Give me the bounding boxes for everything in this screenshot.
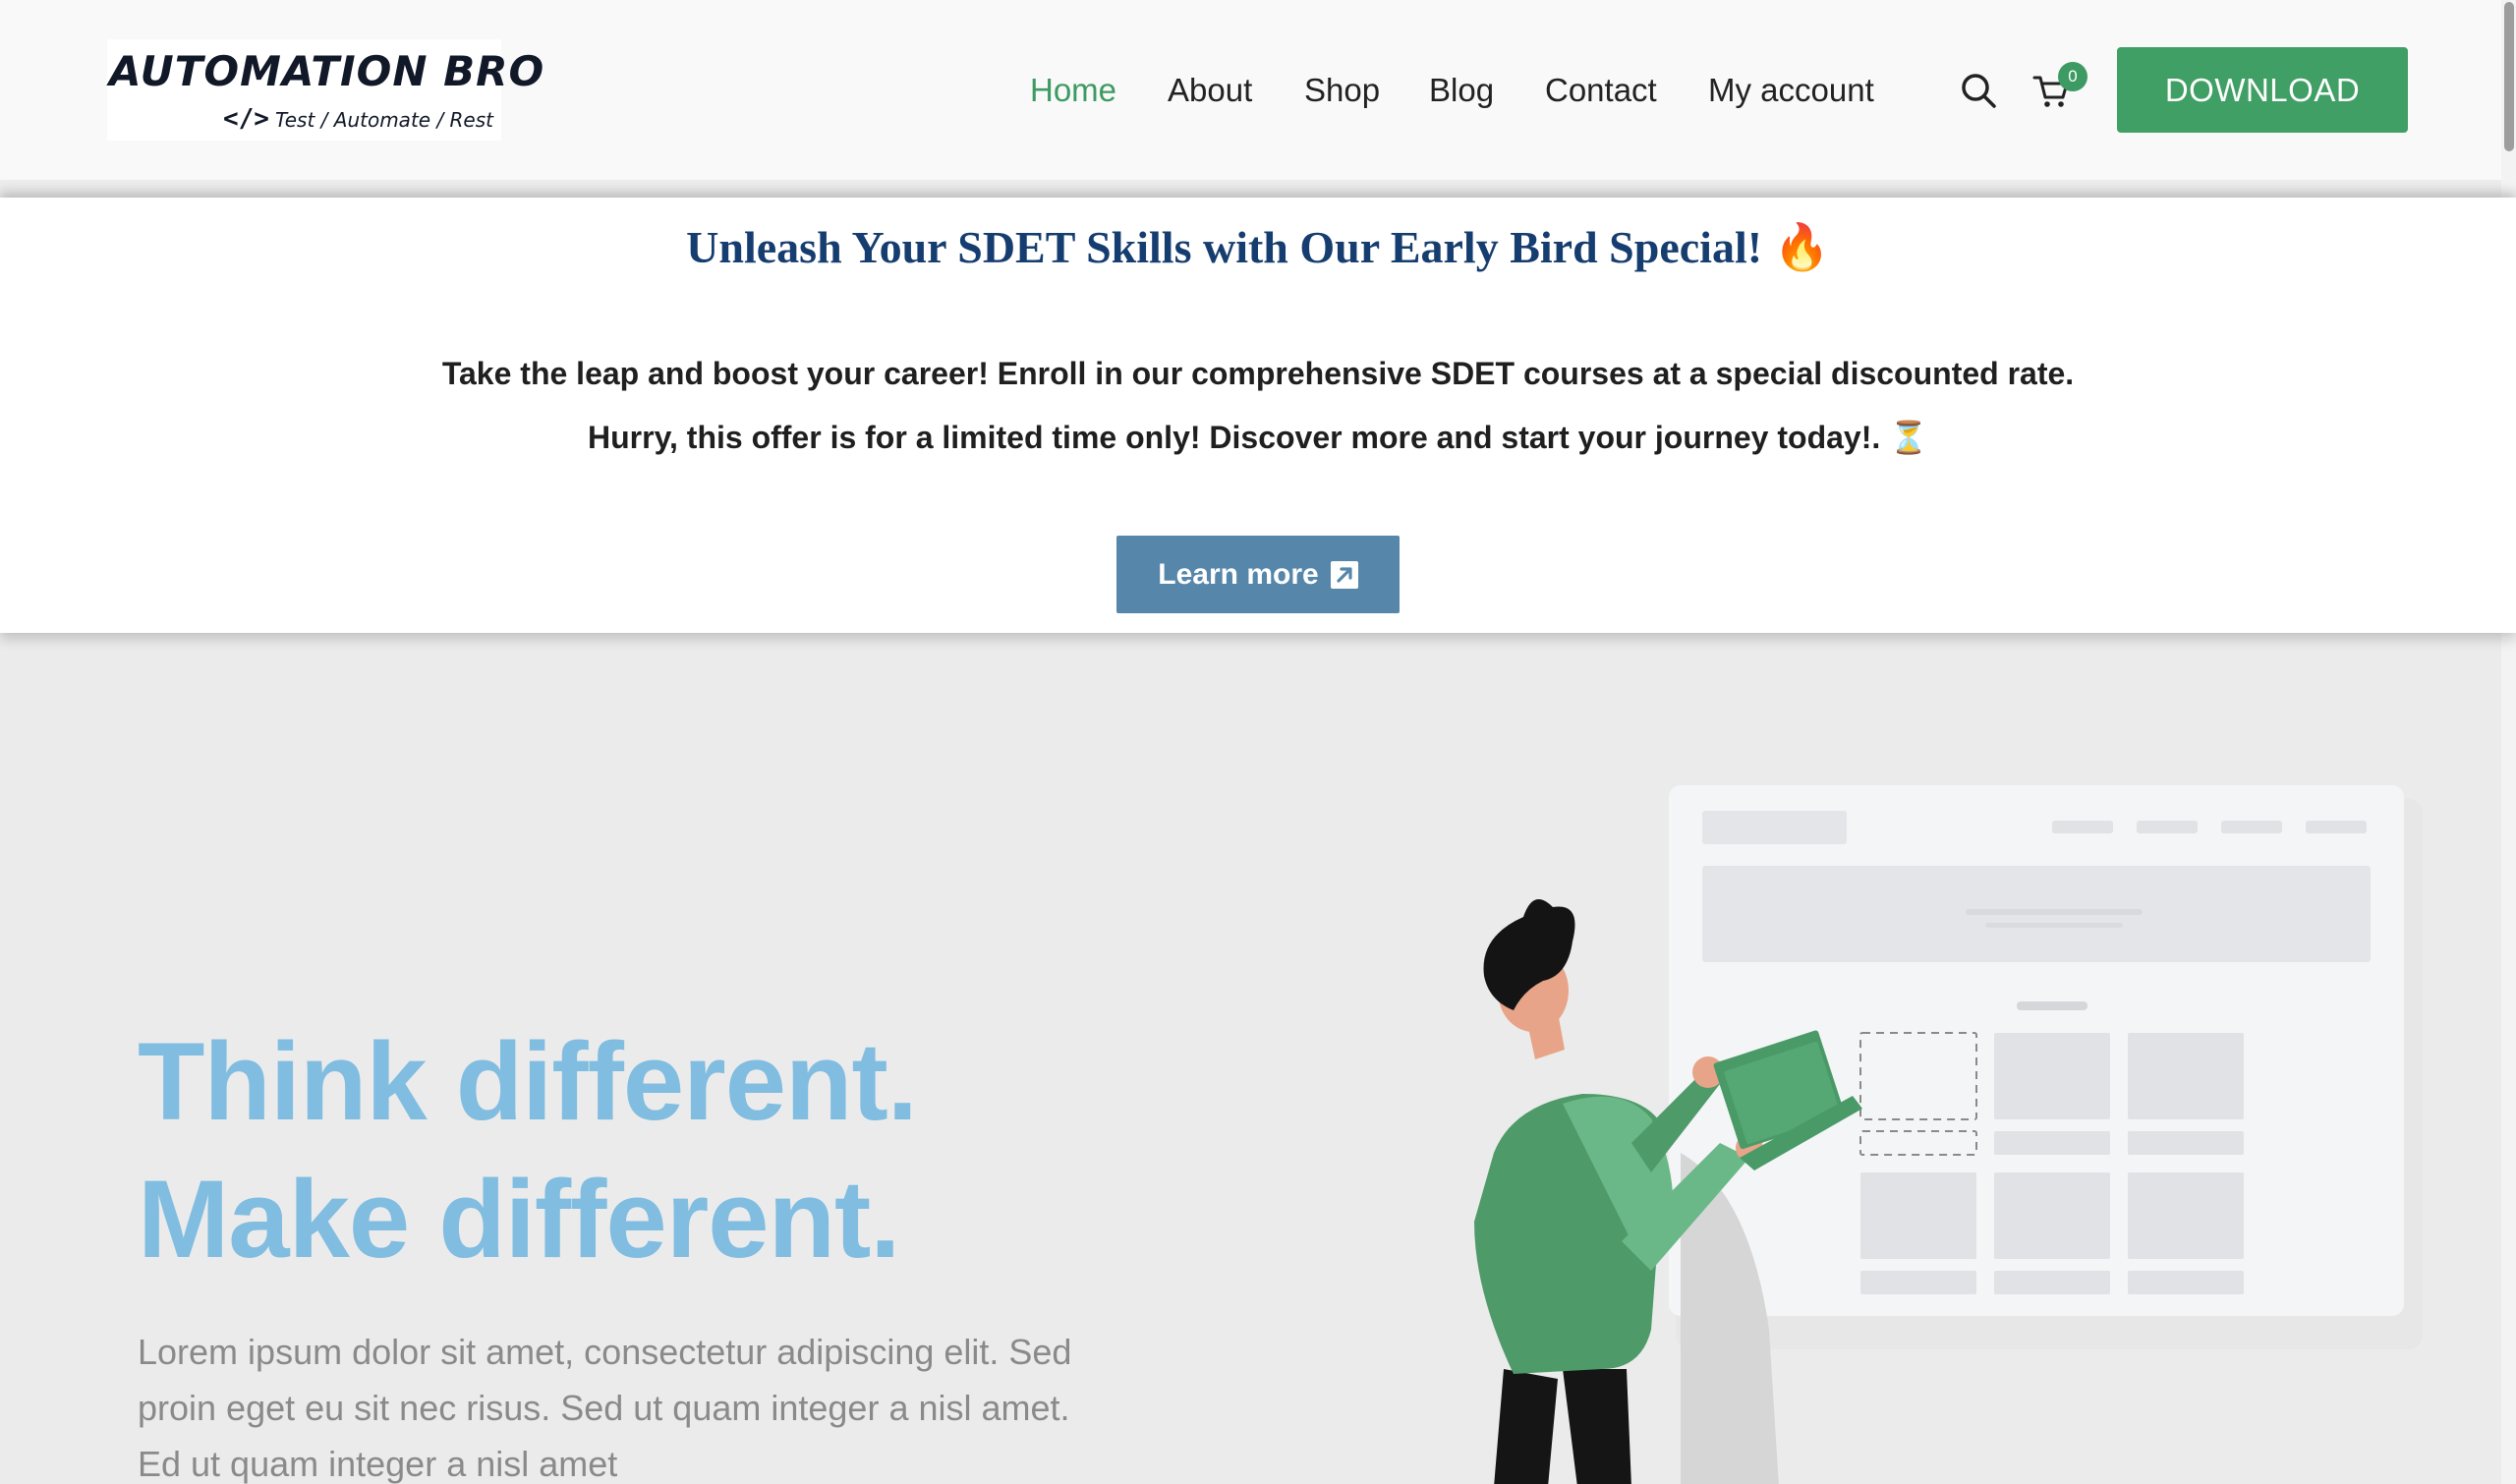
page: AUTOMATION BRO </> Test / Automate / Res… — [0, 0, 2516, 1484]
nav-contact[interactable]: Contact — [1545, 69, 1657, 112]
promo-text-line-1: Take the leap and boost your career! Enr… — [441, 356, 2075, 391]
hero-headline-line-1: Think different. — [138, 1020, 918, 1143]
nav-home[interactable]: Home — [1030, 69, 1116, 112]
logo-tagline: Test / Automate / Rest — [275, 108, 494, 132]
learn-more-label: Learn more — [1158, 557, 1319, 591]
promo-text-line-2: Hurry, this offer is for a limited time … — [588, 420, 1928, 455]
download-button[interactable]: DOWNLOAD — [2117, 47, 2408, 133]
site-header: AUTOMATION BRO </> Test / Automate / Res… — [0, 0, 2501, 180]
hero-section: Think different. Make different. Lorem i… — [0, 652, 2501, 1484]
scrollbar-thumb[interactable] — [2504, 2, 2514, 151]
hero-illustration — [1474, 785, 2423, 1484]
code-icon: </> — [223, 104, 269, 134]
external-link-icon — [1330, 560, 1358, 589]
promo-banner: Unleash Your SDET Skills with Our Early … — [0, 198, 2516, 633]
nav-shop[interactable]: Shop — [1304, 69, 1380, 112]
hero-body-text: Lorem ipsum dolor sit amet, consectetur … — [138, 1332, 1072, 1484]
search-icon[interactable] — [1959, 71, 1998, 110]
logo-title: AUTOMATION BRO — [109, 47, 545, 95]
promo-title: Unleash Your SDET Skills with Our Early … — [686, 222, 1830, 272]
hero-headline-line-2: Make different. — [138, 1158, 900, 1281]
site-logo[interactable]: AUTOMATION BRO </> Test / Automate / Res… — [107, 39, 543, 141]
nav-my-account[interactable]: My account — [1708, 69, 1874, 112]
cart-count-badge: 0 — [2058, 62, 2087, 91]
nav-about[interactable]: About — [1168, 69, 1252, 112]
nav-blog[interactable]: Blog — [1429, 69, 1494, 112]
learn-more-button[interactable]: Learn more — [1116, 536, 1400, 613]
